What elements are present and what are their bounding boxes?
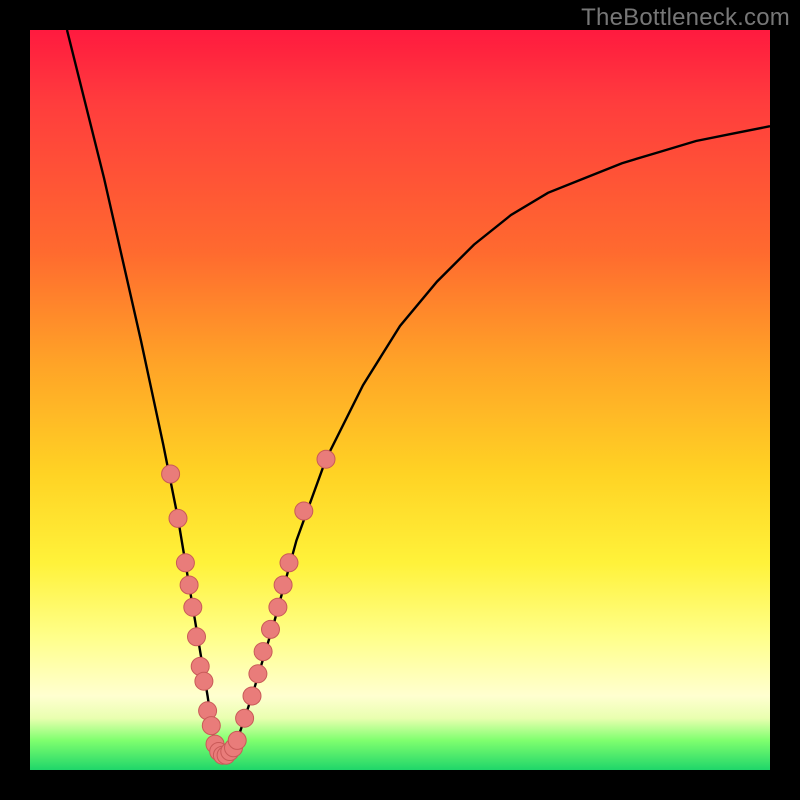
curve-marker: [176, 554, 194, 572]
curve-marker: [195, 672, 213, 690]
curve-marker: [295, 502, 313, 520]
plot-area: [30, 30, 770, 770]
marker-layer: [162, 450, 335, 764]
curve-marker: [243, 687, 261, 705]
curve-marker: [228, 731, 246, 749]
curve-marker: [317, 450, 335, 468]
curve-marker: [180, 576, 198, 594]
curve-marker: [188, 628, 206, 646]
curve-marker: [249, 665, 267, 683]
curve-marker: [274, 576, 292, 594]
curve-marker: [236, 709, 254, 727]
curve-marker: [202, 717, 220, 735]
chart-frame: TheBottleneck.com: [0, 0, 800, 800]
curve-marker: [162, 465, 180, 483]
curve-marker: [254, 643, 272, 661]
curve-layer: [30, 30, 770, 770]
curve-marker: [262, 620, 280, 638]
curve-marker: [184, 598, 202, 616]
bottleneck-curve: [67, 30, 770, 755]
curve-marker: [169, 509, 187, 527]
curve-marker: [269, 598, 287, 616]
watermark-text: TheBottleneck.com: [581, 4, 790, 32]
curve-marker: [280, 554, 298, 572]
